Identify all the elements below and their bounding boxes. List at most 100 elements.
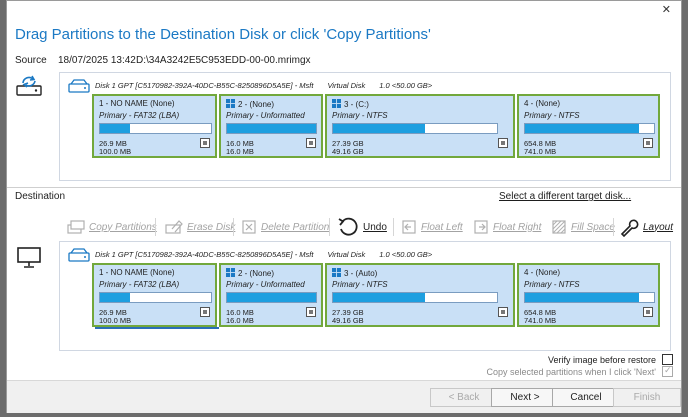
partition-select-box[interactable] — [306, 307, 316, 317]
undo-label: Undo — [363, 221, 387, 233]
partition-type: Primary - NTFS — [332, 280, 388, 289]
windows-icon — [332, 99, 341, 108]
restore-wizard-window: ✕ Drag Partitions to the Destination Dis… — [6, 0, 682, 413]
partition-block[interactable]: 2 - (None) Primary - Unformatted 16.0 MB 16… — [219, 94, 323, 158]
partition-block[interactable]: 3 - (Auto) Primary - NTFS 27.39 GB 49.16 GB — [325, 263, 515, 327]
partition-usage-fill — [100, 293, 130, 302]
partition-usage-bar — [524, 123, 655, 134]
back-button[interactable]: < Back — [430, 388, 498, 407]
delete-partition-button[interactable]: Delete Partition — [241, 215, 329, 239]
partition-block[interactable]: 4 - (None) Primary - NTFS 654.8 MB 741.0 MB — [517, 263, 660, 327]
float-left-label: Float Left — [421, 221, 463, 233]
partition-total: 49.16 GB — [332, 147, 364, 156]
partition-select-box[interactable] — [306, 138, 316, 148]
destination-label: Destination — [15, 191, 66, 202]
partition-total: 49.16 GB — [332, 316, 364, 325]
partition-select-box[interactable] — [200, 307, 210, 317]
partition-usage-bar — [99, 123, 212, 134]
copy-next-option[interactable]: Copy selected partitions when I click 'N… — [486, 365, 673, 377]
partition-block[interactable]: 2 - (None) Primary - Unformatted 16.0 MB 16… — [219, 263, 323, 327]
source-disk-panel: Disk 1 GPT [C5170982-392A-40DC-B55C-8250… — [59, 72, 671, 181]
float-left-button[interactable]: Float Left — [401, 215, 463, 239]
next-button[interactable]: Next > — [491, 388, 559, 407]
delete-partition-label: Delete Partition — [261, 221, 330, 233]
partition-title-text: 2 - (None) — [238, 100, 275, 109]
fill-space-button[interactable]: Fill Space — [551, 215, 615, 239]
partition-total: 741.0 MB — [524, 147, 557, 156]
copy-partitions-label: Copy Partitions — [89, 221, 157, 233]
source-label: Source — [15, 55, 47, 66]
partition-total: 100.0 MB — [99, 316, 132, 325]
partition-title: 3 - (Auto) — [332, 268, 377, 278]
toolbar-separator — [393, 218, 394, 236]
partition-usage-bar — [332, 292, 498, 303]
verify-option[interactable]: Verify image before restore — [548, 354, 673, 365]
source-disk-header: Disk 1 GPT [C5170982-392A-40DC-B55C-8250… — [68, 79, 668, 93]
layout-button[interactable]: Layout — [619, 215, 673, 239]
partition-type: Primary - Unformatted — [226, 111, 305, 120]
toolbar-separator — [155, 218, 156, 236]
partition-type: Primary - NTFS — [524, 280, 580, 289]
partition-title: 4 - (None) — [524, 268, 560, 277]
finish-button[interactable]: Finish — [613, 388, 681, 407]
toolbar-separator — [233, 218, 234, 236]
partition-type: Primary - NTFS — [524, 111, 580, 120]
partition-usage-fill — [525, 124, 639, 133]
partition-select-box[interactable] — [200, 138, 210, 148]
partition-type: Primary - NTFS — [332, 111, 388, 120]
partition-block[interactable]: 4 - (None) Primary - NTFS 654.8 MB 741.0 MB — [517, 94, 660, 158]
select-target-disk-link[interactable]: Select a different target disk... — [499, 191, 631, 202]
disk-description: Disk 1 GPT [C5170982-392A-40DC-B55C-8250… — [95, 250, 446, 259]
partition-select-box[interactable] — [498, 307, 508, 317]
cancel-button[interactable]: Cancel — [552, 388, 620, 407]
partition-block[interactable]: 1 - NO NAME (None) Primary - FAT32 (LBA) 2… — [92, 263, 217, 327]
partition-total: 741.0 MB — [524, 316, 557, 325]
delete-partition-icon — [242, 220, 256, 234]
hard-disk-icon — [68, 79, 90, 93]
partition-title-text: 2 - (None) — [238, 269, 275, 278]
close-icon[interactable]: ✕ — [662, 3, 671, 16]
erase-disk-button[interactable]: Erase Disk — [165, 215, 235, 239]
wrench-icon — [620, 219, 639, 237]
source-image-icon — [16, 75, 42, 96]
erase-disk-icon — [165, 220, 183, 234]
undo-button[interactable]: Undo — [337, 215, 387, 239]
partition-title-text: 3 - (C:) — [344, 100, 369, 109]
source-date: 18/07/2025 13:42 — [58, 55, 136, 66]
partition-title: 2 - (None) — [226, 99, 274, 109]
partition-title-text: 4 - (None) — [524, 268, 561, 277]
partition-usage-fill — [227, 293, 316, 302]
partition-title-text: 1 - NO NAME (None) — [99, 268, 175, 277]
float-left-icon — [402, 220, 416, 234]
partition-total: 16.0 MB — [226, 316, 254, 325]
section-divider — [7, 187, 681, 188]
erase-disk-label: Erase Disk — [187, 221, 236, 233]
partition-title-text: 1 - NO NAME (None) — [99, 99, 175, 108]
copy-partitions-button[interactable]: Copy Partitions — [67, 215, 157, 239]
partition-usage-bar — [226, 292, 317, 303]
partition-title: 3 - (C:) — [332, 99, 369, 109]
partition-block[interactable]: 3 - (C:) Primary - NTFS 27.39 GB 49.16 GB — [325, 94, 515, 158]
partition-total: 16.0 MB — [226, 147, 254, 156]
disk-name: Disk 1 GPT [C5170982-392A-40DC-B55C-8250… — [95, 250, 314, 259]
fill-space-label: Fill Space — [571, 221, 615, 233]
partition-select-box[interactable] — [643, 307, 653, 317]
destination-disk-header: Disk 1 GPT [C5170982-392A-40DC-B55C-8250… — [68, 248, 668, 262]
partition-select-box[interactable] — [498, 138, 508, 148]
partition-block[interactable]: 1 - NO NAME (None) Primary - FAT32 (LBA) 2… — [92, 94, 217, 158]
partition-type: Primary - FAT32 (LBA) — [99, 280, 180, 289]
windows-icon — [226, 99, 235, 108]
undo-icon — [338, 217, 358, 236]
verify-option-label: Verify image before restore — [547, 354, 656, 365]
page-title: Drag Partitions to the Destination Disk … — [15, 26, 431, 43]
fill-space-icon — [552, 220, 566, 234]
destination-disk-panel: Disk 1 GPT [C5170982-392A-40DC-B55C-8250… — [59, 241, 671, 351]
partition-title-text: 3 - (Auto) — [344, 269, 378, 278]
partition-select-box[interactable] — [643, 138, 653, 148]
disk-size: 1.0 <50.00 GB> — [379, 81, 433, 90]
copy-next-checkbox[interactable] — [662, 365, 673, 377]
partition-type: Primary - Unformatted — [226, 280, 305, 289]
float-right-button[interactable]: Float Right — [473, 215, 541, 239]
verify-checkbox[interactable] — [662, 354, 673, 365]
partition-usage-fill — [227, 124, 316, 133]
